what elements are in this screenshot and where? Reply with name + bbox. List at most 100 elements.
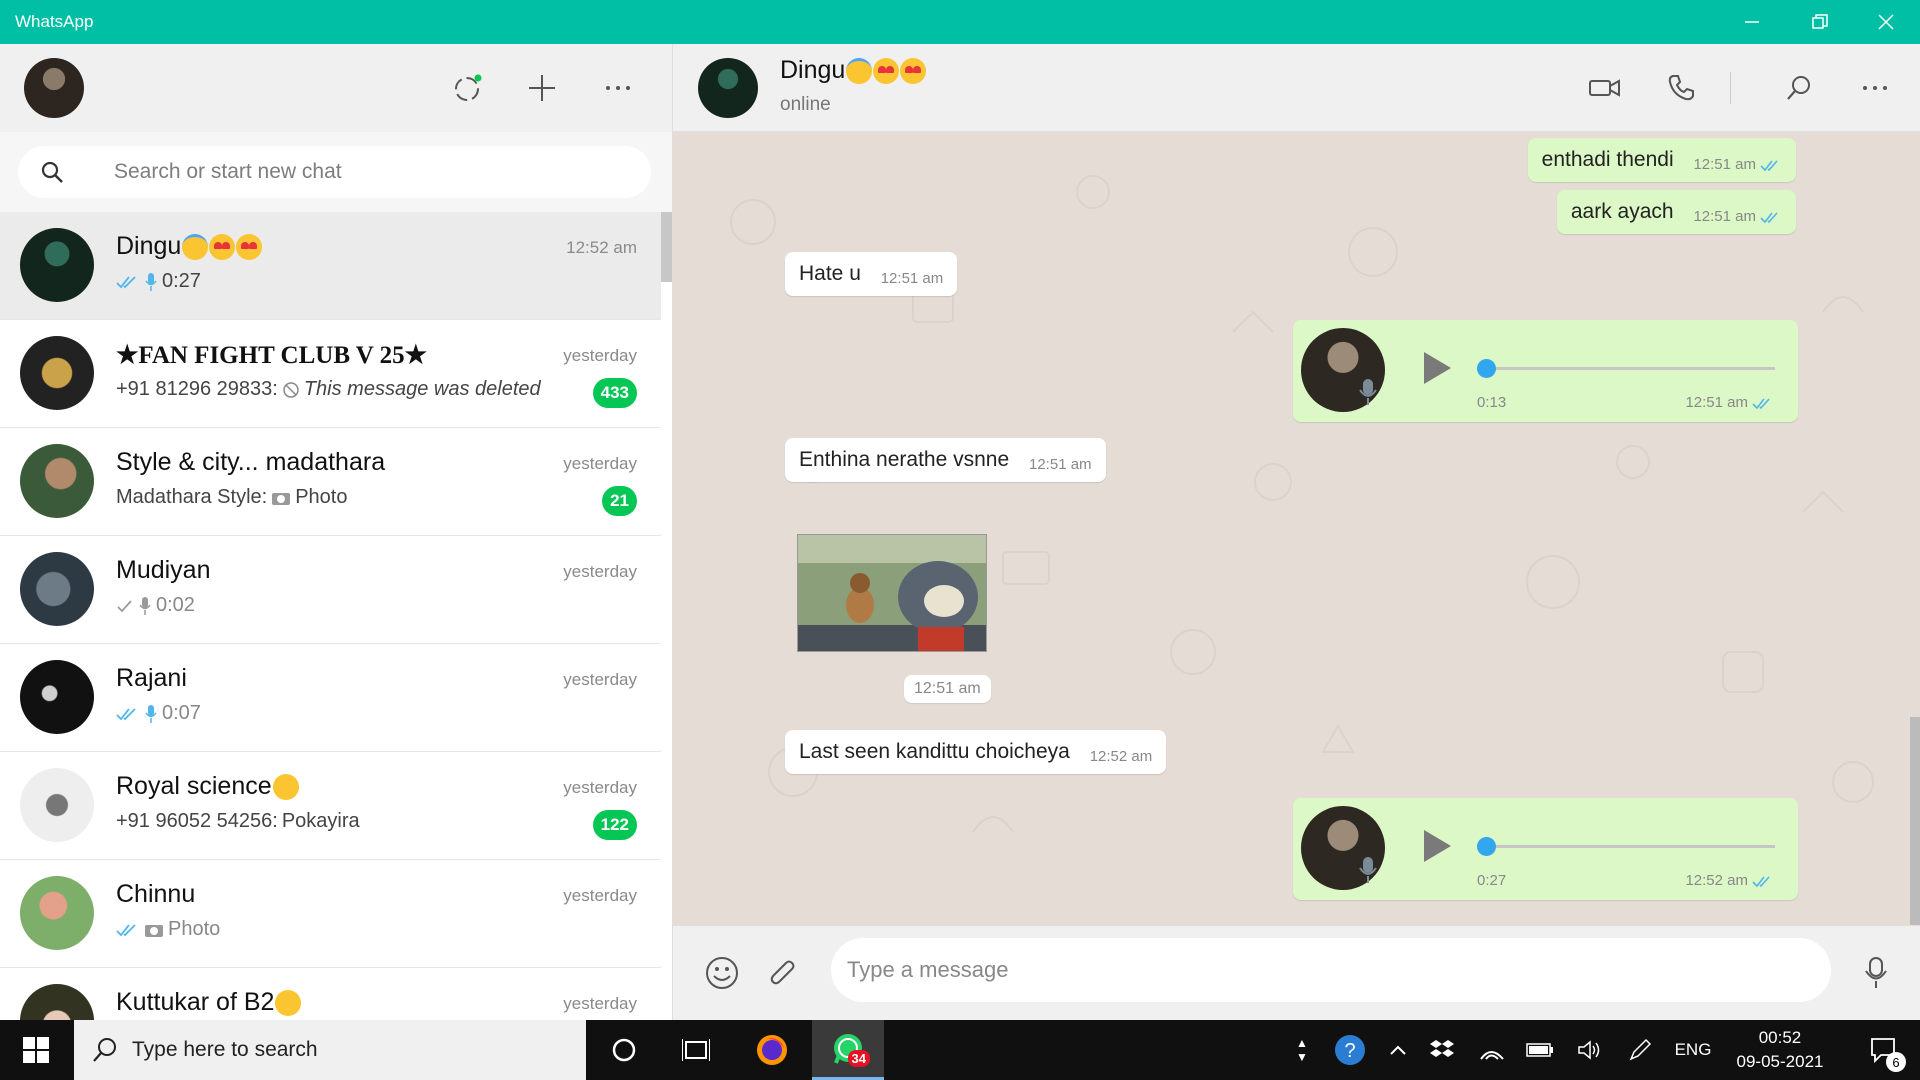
avatar bbox=[20, 984, 94, 1020]
chat-name: Rajani bbox=[116, 664, 187, 692]
task-view-button[interactable] bbox=[660, 1020, 732, 1080]
search-icon bbox=[1787, 76, 1810, 100]
pen-tray-button[interactable] bbox=[1622, 1020, 1658, 1080]
voice-progress-track[interactable] bbox=[1485, 845, 1775, 848]
firefox-taskbar-button[interactable] bbox=[736, 1020, 808, 1080]
restore-button[interactable] bbox=[1786, 0, 1854, 44]
close-icon bbox=[1878, 14, 1894, 30]
avatar bbox=[20, 876, 94, 950]
volume-tray-button[interactable] bbox=[1572, 1020, 1608, 1080]
attach-button[interactable] bbox=[761, 950, 807, 996]
camera-icon bbox=[145, 924, 163, 937]
scroll-arrows[interactable]: ▲ ▼ bbox=[1292, 1020, 1312, 1080]
app-title: WhatsApp bbox=[15, 12, 94, 31]
notification-count: 6 bbox=[1886, 1052, 1906, 1072]
contact-status: online bbox=[780, 94, 831, 115]
contact-name[interactable]: Dingu bbox=[780, 56, 927, 85]
voice-record-button[interactable] bbox=[1853, 950, 1899, 996]
task-view-icon bbox=[682, 1039, 710, 1061]
chat-name: Royal science bbox=[116, 772, 299, 801]
dropbox-tray-button[interactable] bbox=[1424, 1020, 1460, 1080]
message-bubble[interactable]: Hate u 12:51 am bbox=[785, 252, 958, 296]
double-tick-icon bbox=[116, 707, 136, 720]
play-icon[interactable] bbox=[1421, 828, 1453, 864]
battery-icon bbox=[1526, 1043, 1553, 1057]
message-scrollbar[interactable] bbox=[1910, 717, 1920, 925]
sticker-image[interactable] bbox=[797, 534, 987, 652]
cortana-button[interactable] bbox=[588, 1020, 660, 1080]
conversation-pane: Dingu online enthadi thendi 12:51 am aar… bbox=[673, 44, 1920, 1020]
smiling-halo-emoji-icon bbox=[846, 58, 873, 85]
unread-badge: 433 bbox=[592, 378, 637, 408]
whatsapp-unread-badge: 34 bbox=[847, 1050, 870, 1067]
message-bubble[interactable]: aark ayach 12:51 am bbox=[1556, 190, 1796, 234]
voice-call-button[interactable] bbox=[1659, 66, 1703, 110]
new-chat-button[interactable] bbox=[520, 66, 564, 110]
message-bubble[interactable]: Enthina nerathe vsnne 12:51 am bbox=[785, 438, 1106, 482]
chat-list-scrollbar[interactable] bbox=[661, 212, 672, 282]
more-icon bbox=[606, 86, 630, 90]
avatar bbox=[20, 552, 94, 626]
show-hidden-icons-button[interactable] bbox=[1380, 1020, 1416, 1080]
chat-time: yesterday bbox=[563, 670, 637, 689]
chat-item-dingu[interactable]: Dingu 12:52 am 0:27 bbox=[0, 212, 661, 320]
play-icon[interactable] bbox=[1421, 350, 1453, 386]
search-messages-button[interactable] bbox=[1777, 66, 1821, 110]
emoji-button[interactable] bbox=[699, 950, 745, 996]
deleted-icon bbox=[283, 381, 299, 398]
chat-item-royal-science[interactable]: Royal science yesterday +91 96052 54256:… bbox=[0, 752, 661, 860]
search-icon bbox=[41, 161, 63, 183]
smiling-halo-emoji-icon bbox=[182, 234, 209, 261]
more-icon bbox=[1863, 86, 1887, 90]
language-indicator[interactable]: ENG bbox=[1668, 1020, 1718, 1080]
chat-item-kuttukar[interactable]: Kuttukar of B2 yesterday bbox=[0, 968, 661, 1020]
search-box[interactable] bbox=[18, 146, 651, 198]
conversation-menu-button[interactable] bbox=[1853, 66, 1897, 110]
mic-icon bbox=[139, 596, 151, 615]
chat-time: 12:52 am bbox=[566, 238, 637, 257]
heart-eyes-emoji-icon bbox=[900, 58, 927, 85]
conversation-header: Dingu online bbox=[673, 44, 1920, 132]
firefox-icon bbox=[757, 1035, 787, 1065]
mic-icon bbox=[1359, 379, 1377, 405]
help-tray-button[interactable]: ? bbox=[1328, 1020, 1372, 1080]
camera-icon bbox=[272, 492, 291, 505]
mic-icon bbox=[1865, 957, 1887, 988]
mic-icon bbox=[145, 272, 157, 291]
search-icon bbox=[93, 1038, 116, 1062]
minimize-button[interactable] bbox=[1718, 0, 1786, 44]
my-profile-avatar[interactable] bbox=[24, 58, 84, 118]
status-button[interactable] bbox=[446, 66, 490, 110]
video-call-button[interactable] bbox=[1583, 66, 1627, 110]
chat-item-style-city[interactable]: Style & city... madathara yesterday Mada… bbox=[0, 428, 661, 536]
message-bubble[interactable]: enthadi thendi 12:51 am bbox=[1527, 138, 1796, 182]
chat-time: yesterday bbox=[563, 886, 637, 905]
voice-progress-knob[interactable] bbox=[1477, 837, 1496, 856]
action-center-button[interactable]: 6 bbox=[1856, 1020, 1912, 1080]
chat-item-chinnu[interactable]: Chinnu yesterday Photo bbox=[0, 860, 661, 968]
double-tick-icon bbox=[1760, 211, 1778, 223]
menu-button[interactable] bbox=[596, 66, 640, 110]
battery-tray-button[interactable] bbox=[1522, 1020, 1558, 1080]
whatsapp-taskbar-button[interactable]: 34 bbox=[812, 1020, 884, 1080]
minimize-icon bbox=[1745, 21, 1759, 23]
message-bubble[interactable]: Last seen kandittu choicheya 12:52 am bbox=[785, 730, 1167, 774]
chat-item-rajani[interactable]: Rajani yesterday 0:07 bbox=[0, 644, 661, 752]
chat-item-mudiyan[interactable]: Mudiyan yesterday 0:02 bbox=[0, 536, 661, 644]
close-button[interactable] bbox=[1852, 0, 1920, 44]
chat-item-fan-fight-club[interactable]: ★FAN FIGHT CLUB V 25★ yesterday +91 8129… bbox=[0, 320, 661, 428]
title-bar: WhatsApp bbox=[0, 0, 1920, 44]
voice-message[interactable]: 0:27 12:52 am bbox=[1293, 798, 1798, 900]
contact-avatar[interactable] bbox=[698, 58, 758, 118]
system-clock[interactable]: 00:52 09-05-2021 bbox=[1720, 1026, 1840, 1074]
taskbar-search[interactable]: Type here to search bbox=[74, 1020, 586, 1080]
start-button[interactable] bbox=[0, 1020, 72, 1080]
voice-progress-knob[interactable] bbox=[1477, 359, 1496, 378]
wifi-tray-button[interactable] bbox=[1474, 1020, 1510, 1080]
windows-logo-icon bbox=[23, 1037, 49, 1063]
search-input[interactable] bbox=[114, 146, 614, 198]
wifi-icon bbox=[1480, 1051, 1504, 1060]
message-input[interactable] bbox=[831, 938, 1831, 1002]
voice-message[interactable]: 0:13 12:51 am bbox=[1293, 320, 1798, 422]
voice-progress-track[interactable] bbox=[1485, 367, 1775, 370]
